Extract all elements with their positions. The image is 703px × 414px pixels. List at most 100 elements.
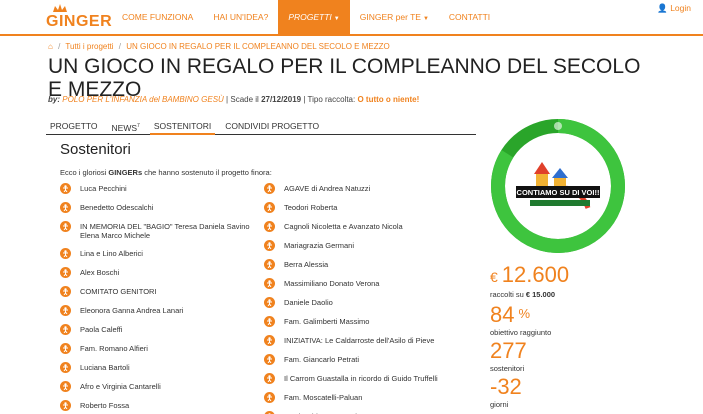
supporter-name: Fam. Moscatelli-Paluan (284, 393, 363, 402)
supporter-row: Afro e Virginia Cantarelli (60, 378, 260, 397)
ginger-man-icon (264, 354, 275, 365)
breadcrumb-all-projects[interactable]: Tutti i progetti (65, 42, 113, 51)
supporters-list-right: AGAVE di Andrea Natuzzi Teodori Roberta Ca… (264, 180, 464, 414)
supporter-name: Luciana Bartoli (80, 363, 130, 372)
supporter-row: Luca Pecchini (60, 180, 260, 199)
supporter-name: IN MEMORIA DEL "BAGIO" Teresa Daniela Sa… (80, 222, 250, 240)
supporter-name: Luca Pecchini (80, 184, 127, 193)
ginger-man-icon (264, 221, 275, 232)
supporter-row: Berra Alessia (264, 256, 464, 275)
supporter-row: Eleonora Ganna Andrea Lanari (60, 302, 260, 321)
nav-item-label: PROGETTI (288, 12, 332, 22)
supporter-row: AGAVE di Andrea Natuzzi (264, 180, 464, 199)
supporters-intro: Ecco i gloriosi GINGERs che hanno sosten… (60, 168, 272, 177)
supporter-row: Fam. Galimberti Massimo (264, 313, 464, 332)
nav-item-2[interactable]: PROGETTI ▼ (278, 0, 350, 34)
tab-condividi-progetto[interactable]: CONDIVIDI PROGETTO (221, 119, 323, 135)
supporter-row: Paola Caleffi (60, 321, 260, 340)
logo-crown-icon (53, 4, 67, 12)
ginger-man-icon (60, 286, 71, 297)
ginger-man-icon (264, 240, 275, 251)
nav-item-label: CONTATTI (448, 12, 491, 22)
project-meta: by: POLO PER L'INFANZIA del BAMBINO GESÙ… (48, 95, 420, 104)
playground-image (526, 162, 591, 209)
nav-item-label: HAI UN'IDEA? (213, 12, 269, 22)
percent-caption: obiettivo raggiunto (490, 328, 552, 337)
ginger-man-icon (264, 392, 275, 403)
supporter-row: Il Carrom Guastalla in ricordo di Guido … (264, 370, 464, 389)
breadcrumb: ⌂ / Tutti i progetti / UN GIOCO IN REGAL… (48, 42, 390, 51)
supporter-row: Fam. Moscatelli-Paluan (264, 389, 464, 408)
ginger-man-icon (264, 297, 275, 308)
supporter-name: Fam. Giancarlo Petrati (284, 355, 360, 364)
supporter-name: COMITATO GENITORI (80, 287, 157, 296)
supporter-name: Fam. Galimberti Massimo (284, 317, 370, 326)
supporters-caption: sostenitori (490, 364, 525, 373)
nav-item-label: COME FUNZIONA (122, 12, 194, 22)
supporter-row: Massimiliano Donato Verona (264, 275, 464, 294)
days-caption: giorni (490, 400, 509, 409)
raised-caption: raccolti su € 15.000 (490, 290, 556, 299)
supporter-row: Benedetto Odescalchi (60, 199, 260, 218)
ginger-man-icon (60, 267, 71, 278)
collection-type: O tutto o niente! (357, 95, 420, 104)
raised-amount: €12.600 (490, 262, 570, 287)
supporters-heading: Sostenitori (60, 141, 131, 158)
home-icon[interactable]: ⌂ (48, 42, 53, 51)
ginger-man-icon (60, 343, 71, 354)
supporter-row: Fam. Giancarlo Petrati (264, 351, 464, 370)
supporter-row: Lina e Lino Alberici (60, 245, 260, 264)
ginger-man-icon (60, 305, 71, 316)
caret-down-icon: ▼ (422, 16, 429, 22)
tab-progetto[interactable]: PROGETTO (46, 119, 102, 135)
ginger-man-icon (264, 316, 275, 327)
ginger-man-icon (60, 202, 71, 213)
tab-news[interactable]: NEWS7 (108, 119, 144, 135)
ginger-logo[interactable]: GINGER (46, 4, 112, 32)
ginger-man-icon (264, 259, 275, 270)
deadline-value: 27/12/2019 (261, 95, 302, 104)
supporter-name: Alex Boschi (80, 268, 120, 277)
top-navbar: GINGER COME FUNZIONA HAI UN'IDEA? PROGETTI… (0, 0, 703, 34)
ginger-man-icon (264, 335, 275, 346)
supporter-name: Mariagrazia Germani (284, 241, 355, 250)
supporter-row: Alex Boschi (60, 264, 260, 283)
supporter-name: Roberto Fossa (80, 401, 130, 410)
supporter-row: Roberto Fossa (60, 397, 260, 414)
ginger-man-icon (264, 278, 275, 289)
ginger-man-icon (60, 248, 71, 259)
progress-ring: CONTIAMO SU DI VOI!! (491, 119, 625, 253)
supporter-name: Massimiliano Donato Verona (284, 279, 380, 288)
ginger-man-icon (60, 221, 71, 232)
nav-item-3[interactable]: GINGER per TE ▼ (350, 0, 439, 34)
nav-item-4[interactable]: CONTATTI (439, 0, 500, 34)
supporter-row: INIZIATIVA: Le Caldarroste dell'Asilo di… (264, 332, 464, 351)
supporter-name: Paola Caleffi (80, 325, 123, 334)
nav-underline (0, 34, 703, 36)
supporter-row: Cagnoli Nicoletta e Avanzato Nicola (264, 218, 464, 237)
ginger-man-icon (60, 183, 71, 194)
user-icon: 👤 (657, 3, 668, 13)
supporter-name: Cagnoli Nicoletta e Avanzato Nicola (284, 222, 403, 231)
supporter-row: Daniele Daolio (264, 294, 464, 313)
organization-link[interactable]: POLO PER L'INFANZIA del BAMBINO GESÙ (62, 95, 224, 104)
supporter-row: Fam. Romano Alfieri (60, 340, 260, 359)
supporter-row: Mariagrazia Germani (264, 237, 464, 256)
tab-count: 7 (137, 123, 140, 129)
ring-ginger-icon (554, 122, 562, 130)
nav-item-1[interactable]: HAI UN'IDEA? (203, 0, 278, 34)
banner-text: CONTIAMO SU DI VOI!! (517, 188, 600, 197)
tab-sostenitori[interactable]: SOSTENITORI (149, 119, 216, 135)
ginger-man-icon (264, 373, 275, 384)
login-link[interactable]: 👤 Login (657, 3, 691, 14)
percent-reached: 84% (490, 302, 531, 327)
supporter-name: Fam. Romano Alfieri (80, 344, 148, 353)
ginger-man-icon (60, 400, 71, 411)
supporter-name: INIZIATIVA: Le Caldarroste dell'Asilo di… (284, 336, 435, 345)
supporter-row: COMITATO GENITORI (60, 283, 260, 302)
logo-text: GINGER (46, 13, 113, 30)
nav-item-0[interactable]: COME FUNZIONA (112, 0, 203, 34)
supporter-name: Daniele Daolio (284, 298, 333, 307)
main-nav: COME FUNZIONA HAI UN'IDEA? PROGETTI ▼ GINGER… (112, 0, 500, 34)
ginger-man-icon (60, 362, 71, 373)
